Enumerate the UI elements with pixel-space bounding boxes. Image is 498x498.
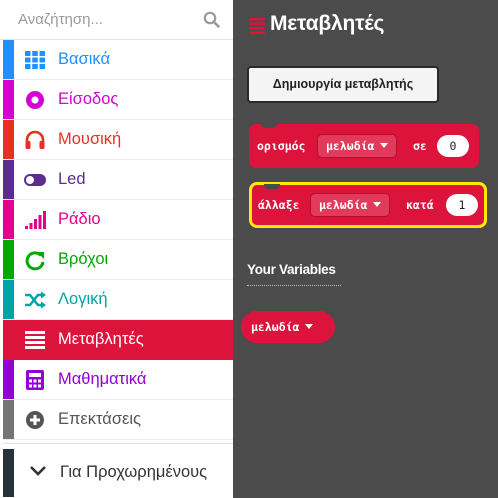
- variable-dropdown-label: μελωδία: [326, 139, 375, 153]
- category-input[interactable]: Είσοδος: [3, 80, 233, 120]
- category-label: Led: [58, 170, 86, 188]
- block-to-word: σε: [413, 139, 427, 153]
- flyout-title: Μεταβλητές: [270, 12, 385, 35]
- grid-icon: [25, 51, 45, 69]
- value-input[interactable]: 1: [446, 194, 478, 216]
- signal-bars-icon: [25, 211, 46, 229]
- toolbox: Αναζήτηση... Βασικά Είσοδος Μουσική Led …: [0, 0, 233, 498]
- category-label: Βασικά: [58, 50, 110, 68]
- search-icon[interactable]: [203, 11, 220, 28]
- category-color-bar: [3, 449, 14, 497]
- category-label: Μαθηματικά: [58, 370, 147, 388]
- category-color-bar: [3, 160, 14, 199]
- category-label: Μουσική: [58, 130, 122, 148]
- dropdown-caret-icon: [305, 324, 314, 329]
- variable-reporter-label: μελωδία: [251, 320, 300, 334]
- category-color-bar: [3, 320, 14, 359]
- variables-flyout: Μεταβλητές Δημιουργία μεταβλητής ορισμός…: [233, 0, 498, 498]
- search-box[interactable]: Αναζήτηση...: [0, 0, 233, 40]
- loop-arrow-icon: [25, 251, 45, 271]
- block-notch: [261, 123, 277, 128]
- your-variables-heading: Your Variables: [247, 262, 336, 277]
- category-label: Επεκτάσεις: [58, 410, 141, 428]
- block-keyword: ορισμός: [257, 139, 306, 153]
- category-variables[interactable]: Μεταβλητές: [3, 320, 233, 360]
- category-color-bar: [3, 280, 14, 319]
- block-keyword: άλλαξε: [258, 198, 300, 212]
- category-color-bar: [3, 80, 14, 119]
- category-color-bar: [3, 240, 14, 279]
- list-lines-icon: [25, 331, 45, 349]
- category-label: Βρόχοι: [58, 250, 109, 268]
- category-music[interactable]: Μουσική: [3, 120, 233, 160]
- advanced-label: Για Προχωρημένους: [60, 463, 208, 481]
- value-input[interactable]: 0: [437, 135, 469, 157]
- category-color-bar: [3, 40, 14, 79]
- category-label: Είσοδος: [58, 90, 119, 108]
- variable-dropdown[interactable]: μελωδία: [317, 134, 398, 158]
- category-color-bar: [3, 120, 14, 159]
- create-variable-button[interactable]: Δημιουργία μεταβλητής: [247, 66, 439, 103]
- category-logic[interactable]: Λογική: [3, 280, 233, 320]
- block-by-word: κατά: [406, 198, 434, 212]
- category-color-bar: [3, 200, 14, 239]
- category-label: Μεταβλητές: [58, 330, 144, 348]
- input-circle-icon: [26, 91, 44, 109]
- heading-underline: [247, 285, 341, 286]
- toggle-icon: [24, 174, 46, 186]
- category-label: Ράδιο: [58, 210, 101, 228]
- shuffle-icon: [25, 291, 46, 309]
- plus-circle-icon: [26, 411, 44, 429]
- category-radio[interactable]: Ράδιο: [3, 200, 233, 240]
- set-variable-block[interactable]: ορισμός μελωδία σε 0: [249, 123, 479, 168]
- headphones-icon: [25, 130, 45, 149]
- variable-dropdown[interactable]: μελωδία: [310, 193, 391, 217]
- category-math[interactable]: Μαθηματικά: [3, 360, 233, 400]
- category-led[interactable]: Led: [3, 160, 233, 200]
- category-label: Λογική: [58, 290, 108, 308]
- category-basic[interactable]: Βασικά: [3, 40, 233, 80]
- category-color-bar: [3, 400, 14, 439]
- list-lines-icon: [249, 18, 265, 34]
- category-extensions[interactable]: Επεκτάσεις: [3, 400, 233, 440]
- dropdown-caret-icon: [373, 202, 382, 207]
- category-color-bar: [3, 360, 14, 399]
- block-notch: [264, 184, 280, 189]
- change-variable-block[interactable]: άλλαξε μελωδία κατά 1: [249, 182, 487, 228]
- chevron-down-icon: [30, 466, 46, 476]
- search-input[interactable]: Αναζήτηση...: [18, 11, 103, 28]
- variable-reporter-block[interactable]: μελωδία: [241, 311, 335, 343]
- variable-dropdown-label: μελωδία: [319, 198, 368, 212]
- dropdown-caret-icon: [380, 143, 389, 148]
- advanced-toggle[interactable]: Για Προχωρημένους: [3, 443, 233, 498]
- calculator-icon: [26, 370, 44, 390]
- category-loops[interactable]: Βρόχοι: [3, 240, 233, 280]
